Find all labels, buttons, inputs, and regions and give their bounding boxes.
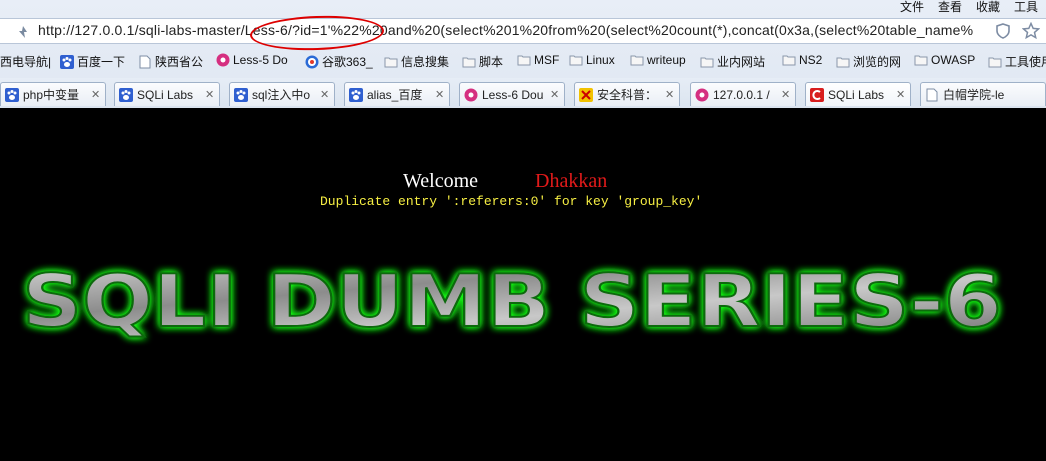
paw-icon: [60, 54, 74, 69]
welcome-text: Welcome: [403, 170, 479, 192]
tab-label: SQLi Labs: [137, 87, 194, 102]
folder-icon: [384, 55, 398, 69]
close-icon[interactable]: ✕: [550, 89, 560, 100]
bookmark-label: writeup: [647, 53, 686, 67]
folder-icon: [782, 53, 796, 67]
bookmark-label: 西电导航|: [0, 55, 52, 69]
tab-item-active[interactable]: SQLi Labs ✕: [805, 82, 911, 106]
folder-icon: [836, 55, 850, 69]
menu-favorites[interactable]: 收藏: [976, 0, 1000, 14]
folder-icon: [569, 53, 583, 67]
bookmark-label: Less-5 Do: [233, 53, 288, 67]
bookmark-folder[interactable]: MSF: [517, 53, 559, 67]
close-icon[interactable]: ✕: [896, 89, 906, 100]
folder-icon: [462, 55, 476, 69]
close-icon[interactable]: ✕: [320, 89, 330, 100]
banner-image: SQLI DUMB SERIES-6: [0, 258, 1046, 348]
banner-graphic: SQLI DUMB SERIES-6: [21, 258, 1003, 344]
close-icon[interactable]: ✕: [91, 89, 101, 100]
page-content: Welcome Dhakkan Duplicate entry ':refere…: [0, 108, 1046, 461]
tab-item[interactable]: php中变量 ✕: [0, 82, 106, 106]
bookmark-folder[interactable]: 工具使用: [988, 53, 1046, 70]
safe-icon: [579, 87, 593, 102]
paw-icon: [119, 87, 133, 102]
tab-item[interactable]: 127.0.0.1 / ✕: [690, 82, 796, 106]
paw-icon: [349, 87, 363, 102]
bookmark-folder[interactable]: writeup: [630, 53, 686, 67]
tab-label: 127.0.0.1 /: [713, 87, 770, 102]
shield-icon[interactable]: [994, 22, 1012, 40]
banner-title: SQLI DUMB SERIES-6: [22, 259, 1002, 343]
close-icon[interactable]: ✕: [435, 89, 445, 100]
tab-label: SQLi Labs: [828, 87, 885, 102]
bookmark-label: 脚本: [479, 55, 504, 69]
menu-view[interactable]: 查看: [938, 0, 962, 14]
tab-strip: php中变量 ✕ SQLi Labs ✕ sql注入中o ✕ alias_百度 …: [0, 78, 1046, 109]
bookmark-label: 陕西省公: [155, 55, 204, 69]
bookmarks-bar: 西电导航| 百度一下 陕西省公 Less-5 Do 谷歌363_ 信息搜集 脚本…: [0, 50, 1046, 74]
paw-icon: [5, 87, 19, 102]
tab-item[interactable]: Less-6 Dou ✕: [459, 82, 565, 106]
username-text: Dhakkan: [535, 170, 608, 192]
menu-tools[interactable]: 工具: [1014, 0, 1038, 14]
close-icon[interactable]: ✕: [205, 89, 215, 100]
bookmark-label: MSF: [534, 53, 560, 67]
tab-item[interactable]: 白帽学院-le: [920, 82, 1046, 106]
red-c-icon: [810, 87, 824, 102]
tab-label: 安全科普：: [597, 88, 658, 102]
bookmark-folder[interactable]: 脚本: [462, 53, 503, 70]
bookmark-label: 信息搜集: [401, 55, 450, 69]
tab-label: sql注入中o: [252, 88, 311, 102]
bookmark-item[interactable]: 百度一下: [60, 53, 125, 70]
page-icon: [138, 55, 152, 69]
folder-icon: [914, 53, 928, 67]
bookmark-folder[interactable]: NS2: [782, 53, 822, 67]
url-text[interactable]: http://127.0.0.1/sqli-labs-master/Less-6…: [38, 22, 973, 38]
bookmark-item[interactable]: 陕西省公: [138, 53, 203, 70]
menu-bar: 文件 查看 收藏 工具: [900, 0, 1046, 14]
address-actions: [994, 22, 1040, 40]
tab-item[interactable]: sql注入中o ✕: [229, 82, 335, 106]
bookmark-folder[interactable]: 信息搜集: [384, 53, 449, 70]
bookmark-label: 百度一下: [77, 55, 126, 69]
sql-error-message: Duplicate entry ':referers:0' for key 'g…: [320, 194, 703, 209]
bookmark-label: 浏览的网: [853, 55, 902, 69]
page-info-icon[interactable]: [18, 26, 28, 38]
bookmark-label: NS2: [799, 53, 823, 67]
folder-icon: [988, 55, 1002, 69]
bookmark-folder[interactable]: 浏览的网: [836, 53, 901, 70]
bookmark-folder[interactable]: 业内网站: [700, 53, 765, 70]
menu-file[interactable]: 文件: [900, 0, 924, 14]
folder-icon: [517, 53, 531, 67]
bookmark-label: Linux: [586, 53, 615, 67]
bookmark-label: OWASP: [931, 53, 976, 67]
bookmark-label: 业内网站: [717, 55, 766, 69]
tab-item[interactable]: alias_百度 ✕: [344, 82, 450, 106]
bookmark-folder[interactable]: OWASP: [914, 53, 975, 67]
bookmark-item[interactable]: Less-5 Do: [216, 53, 288, 67]
folder-icon: [630, 53, 644, 67]
paw-icon: [234, 87, 248, 102]
folder-icon: [700, 55, 714, 69]
page-icon: [925, 88, 939, 102]
pink-circle-icon: [464, 88, 478, 102]
bookmark-label: 工具使用: [1005, 55, 1046, 69]
bookmark-item[interactable]: 西电导航|: [0, 53, 51, 70]
pink-circle-icon: [216, 53, 230, 67]
bookmark-label: 谷歌363_: [322, 55, 373, 69]
tab-item[interactable]: SQLi Labs ✕: [114, 82, 220, 106]
bookmark-item[interactable]: 谷歌363_: [305, 53, 373, 70]
360-icon: [305, 55, 319, 69]
pink-circle-icon: [695, 88, 709, 102]
tab-label: Less-6 Dou: [482, 87, 544, 102]
close-icon[interactable]: ✕: [665, 89, 675, 100]
tab-item[interactable]: 安全科普： ✕: [574, 82, 680, 106]
tab-label: alias_百度: [367, 88, 423, 102]
star-icon[interactable]: [1022, 22, 1040, 40]
browser-chrome: 文件 查看 收藏 工具 http://127.0.0.1/sqli-labs-m…: [0, 0, 1046, 109]
close-icon[interactable]: ✕: [781, 89, 791, 100]
bookmark-folder[interactable]: Linux: [569, 53, 615, 67]
tab-label: php中变量: [23, 88, 80, 102]
tab-label: 白帽学院-le: [943, 88, 1005, 102]
